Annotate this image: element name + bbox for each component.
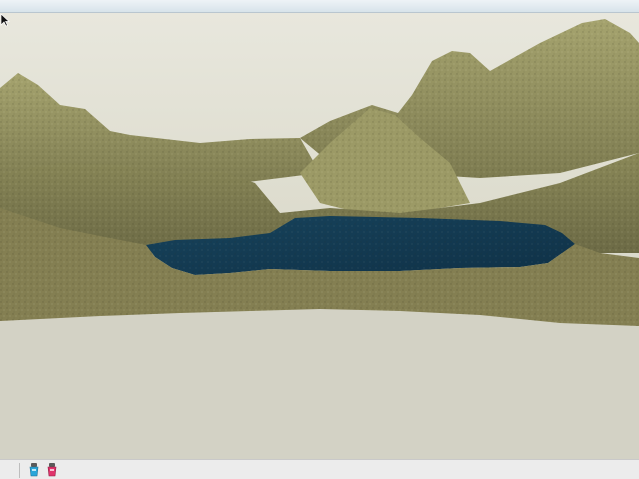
credits-icon[interactable] — [45, 462, 59, 478]
ground-plane — [0, 303, 639, 459]
status-divider — [19, 463, 20, 478]
mouse-pointer-icon — [0, 13, 10, 27]
model-viewport[interactable] — [0, 13, 639, 459]
geo-location-icon[interactable] — [27, 462, 41, 478]
status-bar — [0, 459, 639, 479]
sketchup-window — [0, 0, 639, 479]
terrain-scene — [0, 19, 639, 459]
title-bar-strip — [0, 0, 639, 13]
